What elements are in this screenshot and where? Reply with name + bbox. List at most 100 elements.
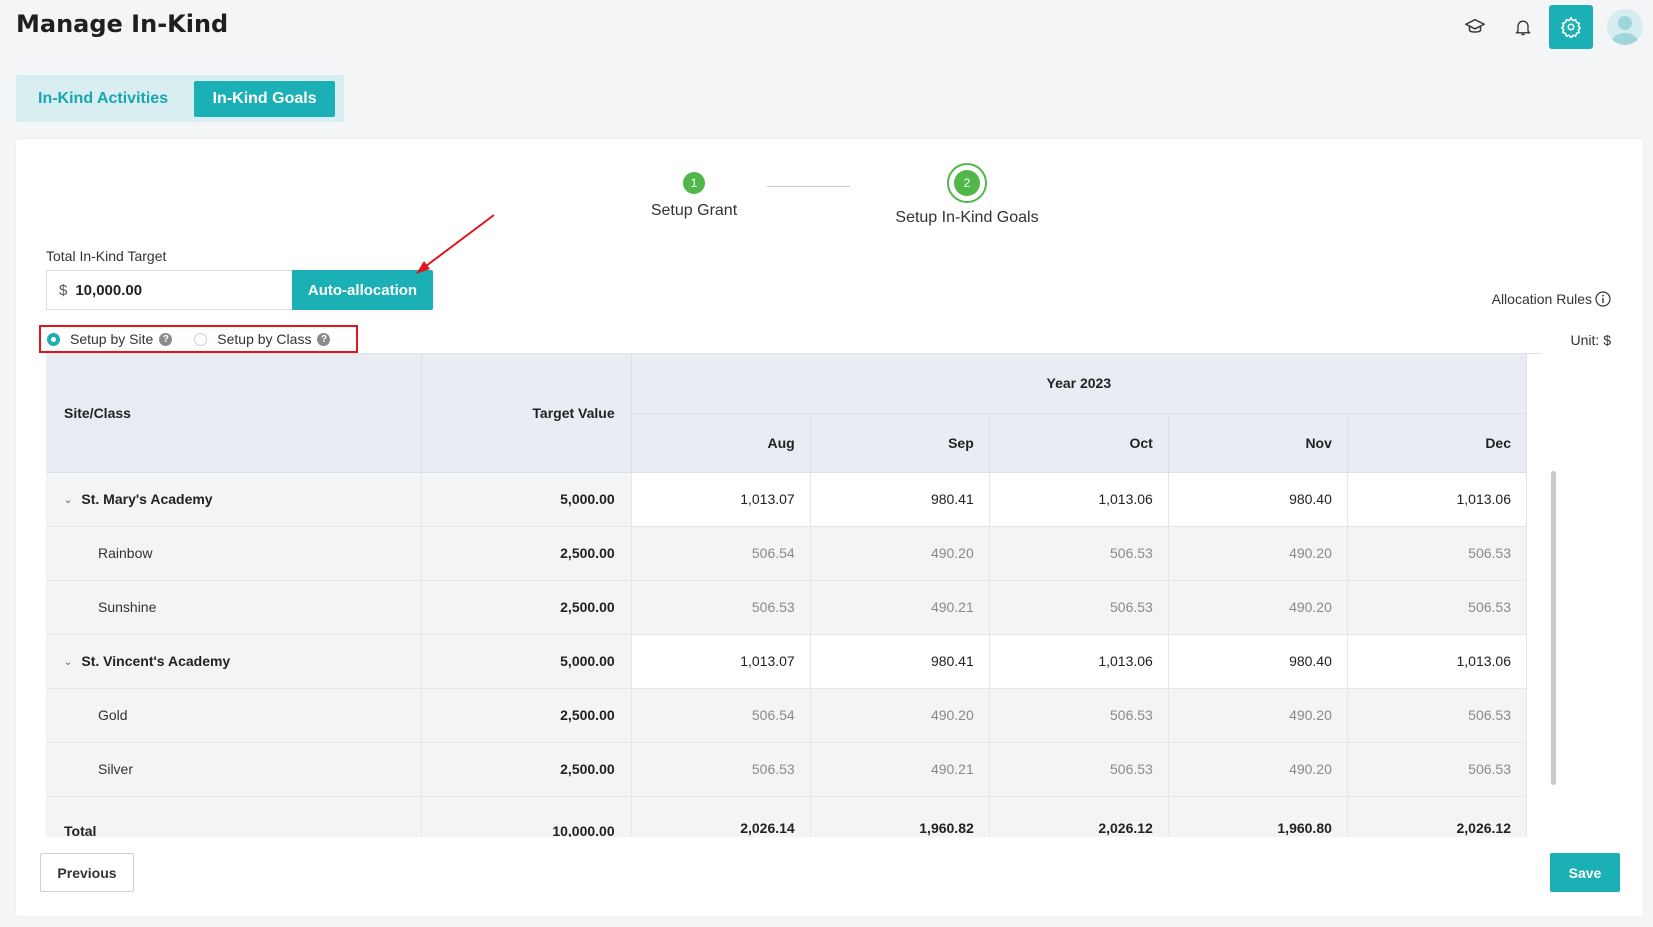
month-value-cell[interactable]: 490.20 bbox=[1168, 526, 1348, 581]
month-value-cell: 1,013.07 bbox=[631, 472, 811, 527]
class-row: Silver 2,500.00 506.53 490.21 506.53 490.20 50… bbox=[46, 742, 1528, 797]
step-2-label: Setup In-Kind Goals bbox=[895, 209, 1039, 226]
save-button[interactable]: Save bbox=[1550, 853, 1620, 892]
month-value-cell[interactable]: 506.53 bbox=[989, 742, 1169, 797]
row-name: St. Mary's Academy bbox=[81, 491, 213, 507]
step-setup-in-kind-goals: 2 Setup In-Kind Goals bbox=[872, 163, 1062, 227]
site-name-cell: ⌄ St. Mary's Academy bbox=[46, 472, 423, 527]
allocation-rules-label: Allocation Rules bbox=[1491, 291, 1592, 307]
header-month: Oct bbox=[989, 413, 1169, 473]
month-value-cell[interactable]: 490.21 bbox=[810, 580, 990, 635]
header-target-value: Target Value bbox=[421, 354, 632, 473]
radio-setup-by-site[interactable]: Setup by Site ? bbox=[47, 331, 173, 347]
user-avatar[interactable] bbox=[1607, 9, 1643, 45]
site-row: ⌄ St. Mary's Academy 5,000.00 1,013.07 980.4… bbox=[46, 472, 1528, 527]
total-label: Total bbox=[46, 796, 423, 837]
total-month-cell: 2,026.12 bbox=[1347, 796, 1528, 837]
month-value-cell[interactable]: 506.53 bbox=[1347, 688, 1528, 743]
class-name-cell: Silver bbox=[46, 742, 423, 797]
month-value-cell[interactable]: 490.20 bbox=[1168, 580, 1348, 635]
header-month: Nov bbox=[1168, 413, 1348, 473]
tab-bar: In-Kind Activities In-Kind Goals bbox=[16, 75, 344, 122]
allocation-rules-link[interactable]: Allocation Rules bbox=[1492, 291, 1611, 307]
month-value-cell: 1,013.06 bbox=[1347, 634, 1528, 689]
month-value-cell[interactable]: 490.21 bbox=[810, 742, 990, 797]
month-value-cell[interactable]: 506.53 bbox=[1347, 580, 1528, 635]
header-icons bbox=[1449, 4, 1653, 50]
table-scrollbar[interactable] bbox=[1551, 471, 1556, 785]
total-target-value: 10,000.00 bbox=[75, 281, 143, 299]
header-month: Dec bbox=[1347, 413, 1528, 473]
step-setup-grant: 1 Setup Grant bbox=[629, 172, 759, 220]
total-target-input[interactable]: $ 10,000.00 bbox=[46, 270, 292, 310]
month-value-cell: 1,013.06 bbox=[989, 472, 1169, 527]
month-value-cell[interactable]: 490.20 bbox=[810, 688, 990, 743]
row-name: Gold bbox=[98, 707, 128, 723]
chevron-down-icon[interactable]: ⌄ bbox=[64, 495, 72, 506]
allocation-table-container[interactable]: Site/Class Target Value Year 2023 Aug Se… bbox=[46, 353, 1542, 837]
month-value-cell[interactable]: 506.53 bbox=[989, 580, 1169, 635]
goals-card: 1 Setup Grant 2 Setup In-Kind Goals Tota… bbox=[16, 139, 1643, 916]
month-value-cell: 1,013.06 bbox=[989, 634, 1169, 689]
tab-in-kind-goals[interactable]: In-Kind Goals bbox=[194, 80, 336, 117]
total-month-cell: 1,960.82 bbox=[810, 796, 990, 837]
month-value-cell[interactable]: 506.53 bbox=[631, 580, 811, 635]
month-value-cell: 980.41 bbox=[810, 634, 990, 689]
stepper-connector bbox=[767, 186, 850, 187]
tab-in-kind-activities[interactable]: In-Kind Activities bbox=[20, 81, 186, 117]
site-row: ⌄ St. Vincent's Academy 5,000.00 1,013.07 98… bbox=[46, 634, 1528, 689]
total-row: Total 10,000.00 2,026.14 1,960.82 2,026.12 1,… bbox=[46, 796, 1528, 837]
graduation-cap-icon[interactable] bbox=[1453, 5, 1497, 49]
month-value-cell: 1,013.06 bbox=[1347, 472, 1528, 527]
total-month-cell: 2,026.14 bbox=[631, 796, 811, 837]
unit-label: Unit: $ bbox=[1570, 332, 1611, 348]
month-value-cell[interactable]: 490.20 bbox=[810, 526, 990, 581]
allocation-table: Site/Class Target Value Year 2023 Aug Se… bbox=[46, 354, 1528, 837]
month-value-cell[interactable]: 506.53 bbox=[989, 688, 1169, 743]
total-month-cell: 2,026.12 bbox=[989, 796, 1169, 837]
setup-mode-radio-group: Setup by Site ? Setup by Class ? bbox=[39, 325, 358, 353]
chevron-down-icon[interactable]: ⌄ bbox=[64, 657, 72, 668]
currency-symbol: $ bbox=[59, 281, 68, 299]
month-value-cell[interactable]: 506.53 bbox=[631, 742, 811, 797]
radio-circle bbox=[194, 332, 208, 346]
class-row: Gold 2,500.00 506.54 490.20 506.53 490.20 506.… bbox=[46, 688, 1528, 743]
header-year: Year 2023 bbox=[631, 354, 1528, 414]
radio-circle-selected bbox=[47, 332, 60, 346]
help-icon[interactable]: ? bbox=[159, 332, 173, 346]
month-value-cell[interactable]: 506.54 bbox=[631, 526, 811, 581]
previous-button[interactable]: Previous bbox=[40, 853, 134, 892]
bell-icon[interactable] bbox=[1501, 5, 1545, 49]
gear-icon[interactable] bbox=[1549, 5, 1593, 49]
annotation-arrow bbox=[416, 214, 495, 274]
class-name-cell: Sunshine bbox=[46, 580, 423, 635]
target-value-cell: 2,500.00 bbox=[421, 688, 632, 743]
total-month-cell: 1,960.80 bbox=[1168, 796, 1348, 837]
target-value-cell: 2,500.00 bbox=[421, 580, 632, 635]
month-value-cell[interactable]: 506.53 bbox=[1347, 742, 1528, 797]
row-name: Sunshine bbox=[98, 599, 157, 615]
target-value-cell: 2,500.00 bbox=[421, 526, 632, 581]
month-value-cell: 980.40 bbox=[1168, 472, 1348, 527]
row-name: Silver bbox=[98, 761, 134, 777]
row-name: Rainbow bbox=[98, 545, 153, 561]
month-value-cell[interactable]: 506.53 bbox=[1347, 526, 1528, 581]
target-value-cell: 5,000.00 bbox=[421, 634, 632, 689]
total-target-label: Total In-Kind Target bbox=[46, 248, 167, 264]
month-value-cell[interactable]: 490.20 bbox=[1168, 688, 1348, 743]
header-month: Sep bbox=[810, 413, 990, 473]
class-name-cell: Gold bbox=[46, 688, 423, 743]
radio-setup-by-site-label: Setup by Site bbox=[70, 331, 154, 347]
help-icon[interactable]: ? bbox=[317, 332, 331, 346]
radio-setup-by-class[interactable]: Setup by Class ? bbox=[194, 331, 331, 347]
step-1-label: Setup Grant bbox=[650, 202, 738, 219]
class-row: Sunshine 2,500.00 506.53 490.21 506.53 490.20… bbox=[46, 580, 1528, 635]
month-value-cell: 980.41 bbox=[810, 472, 990, 527]
step-2-ring: 2 bbox=[947, 163, 987, 203]
month-value-cell[interactable]: 490.20 bbox=[1168, 742, 1348, 797]
month-value-cell[interactable]: 506.53 bbox=[989, 526, 1169, 581]
step-1-badge: 1 bbox=[683, 172, 705, 194]
header-month: Aug bbox=[631, 413, 811, 473]
header-site-class: Site/Class bbox=[46, 354, 423, 473]
month-value-cell[interactable]: 506.54 bbox=[631, 688, 811, 743]
